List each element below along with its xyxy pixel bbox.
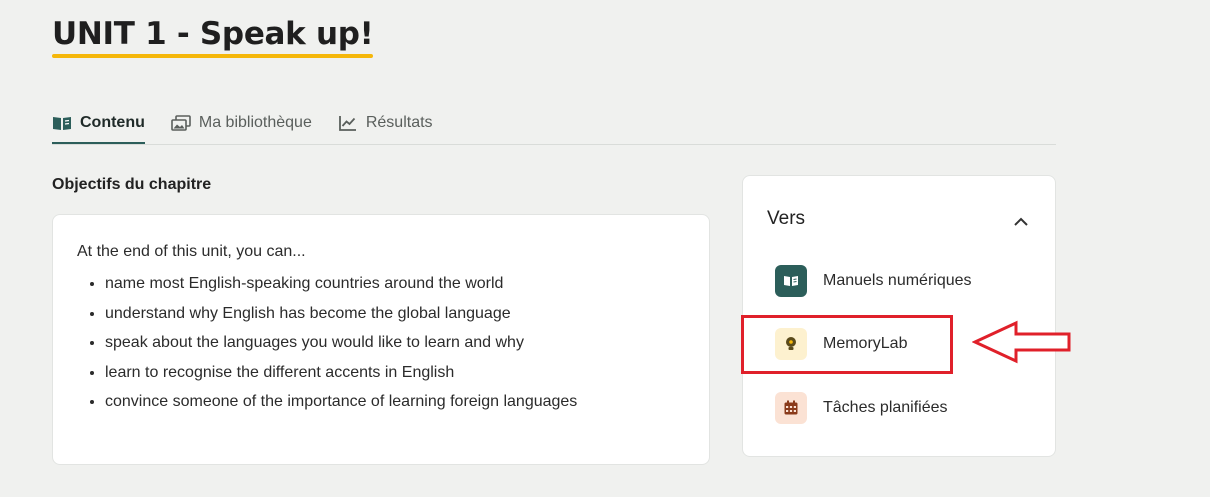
title-underline <box>52 54 374 58</box>
tab-ma-bibliotheque[interactable]: Ma bibliothèque <box>171 104 312 142</box>
list-item: convince someone of the importance of le… <box>105 387 685 417</box>
calendar-icon <box>775 392 807 424</box>
chart-line-icon <box>338 115 358 131</box>
tab-label: Contenu <box>80 114 145 131</box>
book-open-icon <box>52 115 72 131</box>
list-item: understand why English has become the gl… <box>105 299 685 329</box>
page-title: UNIT 1 - Speak up! <box>52 16 374 52</box>
link-taches-planifiees[interactable]: Tâches planifiées <box>775 388 1025 428</box>
chevron-up-icon <box>1014 217 1028 226</box>
page: UNIT 1 - Speak up! Contenu Ma bibliothèq… <box>0 0 1210 497</box>
page-title-wrap: UNIT 1 - Speak up! <box>52 14 374 58</box>
link-label: MemoryLab <box>823 335 908 352</box>
tab-bar: Contenu Ma bibliothèque Résultats <box>52 104 1056 145</box>
list-item: speak about the languages you would like… <box>105 328 685 358</box>
objectives-list: name most English-speaking countries aro… <box>77 269 685 417</box>
tab-contenu[interactable]: Contenu <box>52 104 145 144</box>
collapse-button[interactable] <box>1009 210 1033 234</box>
tab-label: Résultats <box>365 114 433 131</box>
link-manuels-numeriques[interactable]: Manuels numériques <box>775 261 1025 301</box>
tab-resultats[interactable]: Résultats <box>338 104 433 142</box>
list-item: learn to recognise the different accents… <box>105 358 685 388</box>
images-icon <box>171 115 191 131</box>
vers-panel: Vers Manuels numériques MemoryLab Tâches… <box>742 175 1056 457</box>
book-icon <box>775 265 807 297</box>
link-label: Manuels numériques <box>823 272 972 289</box>
brain-bulb-icon <box>775 328 807 360</box>
tab-label: Ma bibliothèque <box>198 114 312 131</box>
objectives-title: Objectifs du chapitre <box>52 176 212 193</box>
objectives-intro: At the end of this unit, you can... <box>77 243 306 260</box>
link-label: Tâches planifiées <box>823 399 948 416</box>
annotation-arrow-icon <box>972 320 1071 364</box>
list-item: name most English-speaking countries aro… <box>105 269 685 299</box>
objectives-card: At the end of this unit, you can... name… <box>52 214 710 465</box>
vers-title: Vers <box>767 208 806 229</box>
